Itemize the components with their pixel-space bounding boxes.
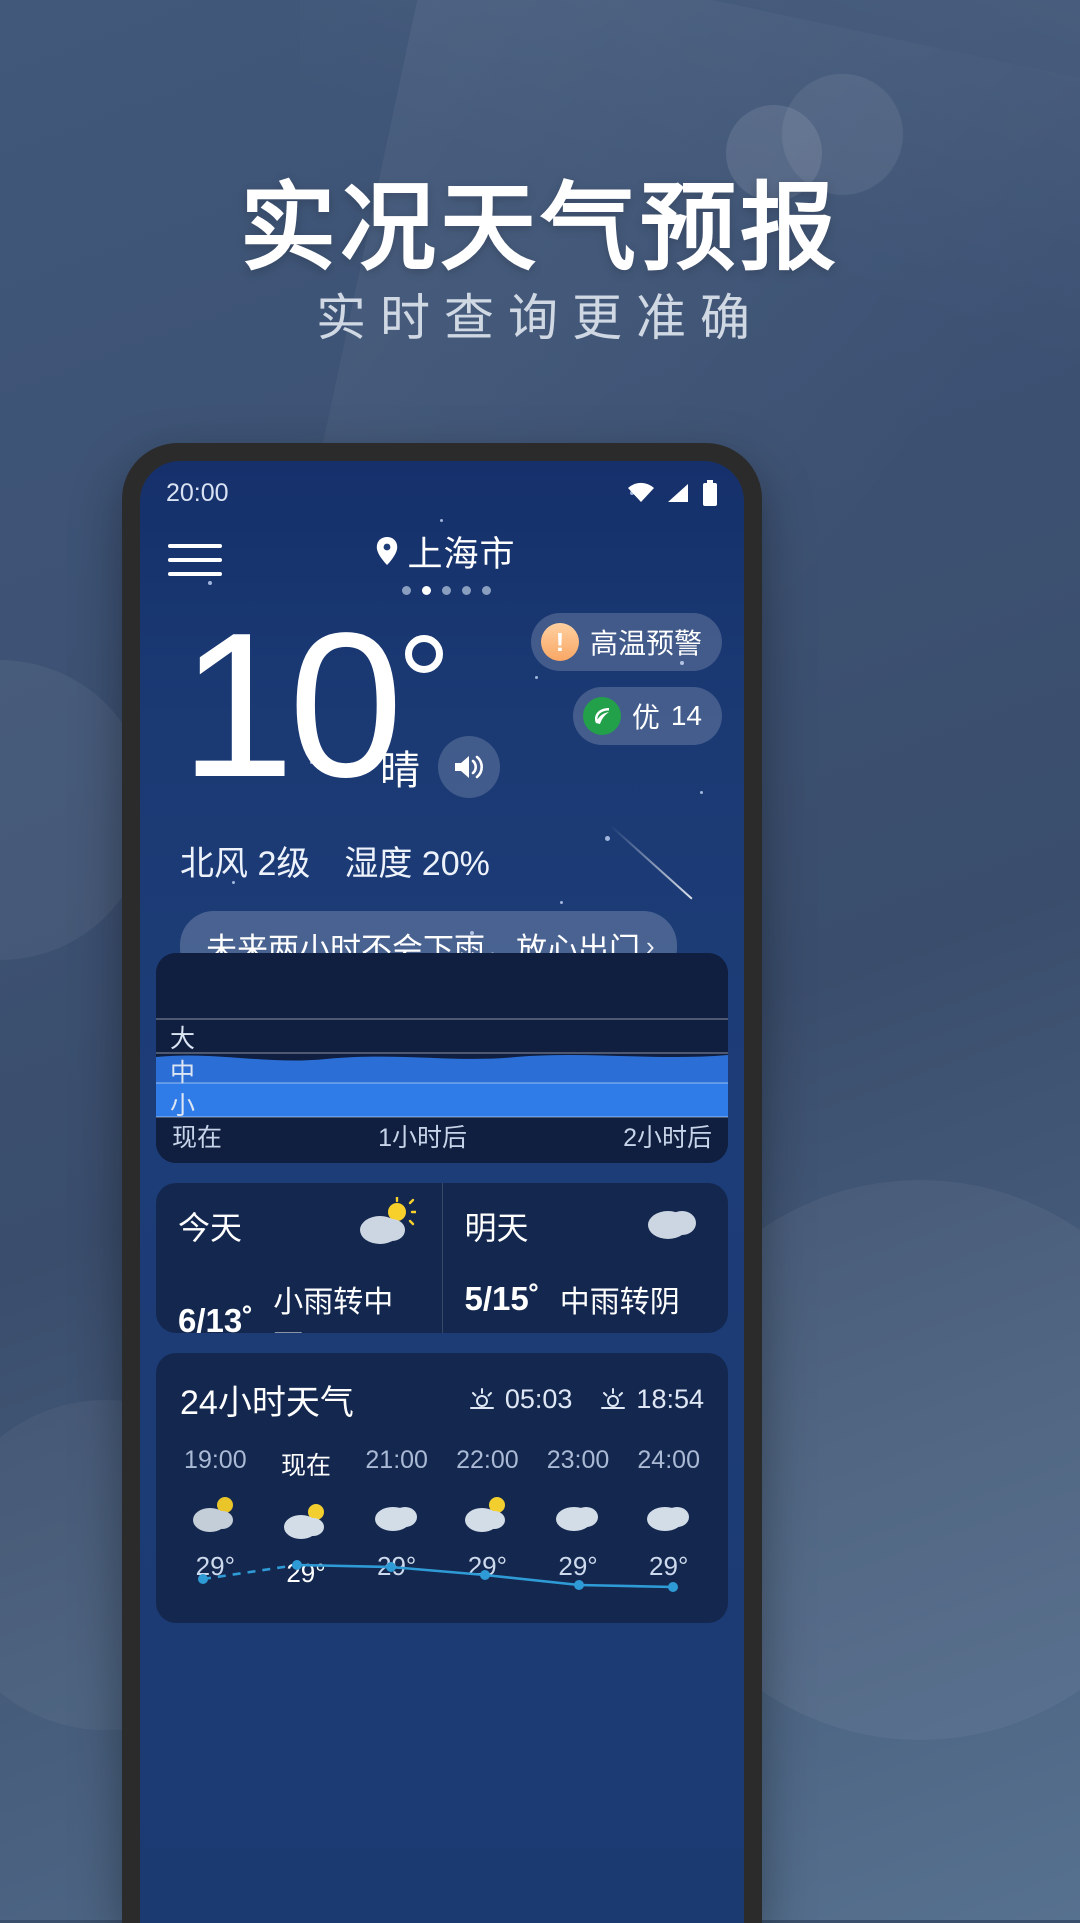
rain-time-now: 现在 <box>172 1124 223 1152</box>
hourly-forecast-card[interactable]: 24小时天气 05:03 18:54 19:00 29° 现在 29° 21:0… <box>156 1353 728 1623</box>
phone-mockup: 20:00 上海市 ! 高温预警 优 14 10 晴 北风 2级 湿度 20% … <box>122 443 762 1923</box>
forecast-tomorrow[interactable]: 明天 5/15˚ 中雨转阴 <box>441 1183 729 1333</box>
page-dots[interactable] <box>401 585 491 595</box>
cloud-icon <box>644 1197 702 1246</box>
two-day-forecast-card[interactable]: 今天 6/13˚ 小雨转中雨 <box>156 1183 728 1333</box>
sun-cloud-icon <box>280 1498 332 1544</box>
wind-value: 北风 2级 <box>180 844 311 883</box>
app-header: 上海市 <box>140 523 744 597</box>
rain-time-2h: 2小时后 <box>623 1124 712 1152</box>
sun-cloud-icon <box>354 1195 417 1252</box>
location-pin-icon <box>377 537 398 565</box>
cloud-icon <box>643 1491 695 1537</box>
sun-times: 05:03 18:54 <box>469 1384 704 1415</box>
sunset-time: 18:54 <box>636 1384 704 1414</box>
today-desc: 小雨转中雨 <box>273 1286 394 1333</box>
cloud-icon <box>371 1491 423 1537</box>
forecast-today[interactable]: 今天 6/13˚ 小雨转中雨 <box>156 1183 442 1333</box>
current-temperature: 10 <box>180 590 403 820</box>
rain-forecast-card[interactable]: 大 中 小 现在 1小时后 2小时后 <box>156 953 728 1163</box>
hourly-header: 24小时天气 05:03 18:54 <box>156 1353 728 1424</box>
speaker-icon[interactable] <box>438 735 500 798</box>
tomorrow-range: 5/15˚ <box>464 1280 540 1317</box>
status-icons <box>626 480 718 506</box>
humidity-value: 湿度 20% <box>344 844 490 883</box>
hour-time: 24:00 <box>637 1446 700 1474</box>
rain-level-medium: 中 <box>170 1059 196 1087</box>
sun-cloud-icon <box>461 1491 513 1537</box>
phone-screen: 20:00 上海市 ! 高温预警 优 14 10 晴 北风 2级 湿度 20% … <box>140 461 744 1923</box>
rain-level-large: 大 <box>170 1025 196 1053</box>
hourly-temperature-line <box>198 1560 678 1592</box>
rain-time-1h: 1小时后 <box>378 1124 467 1152</box>
hour-time: 21:00 <box>365 1446 428 1474</box>
weather-metrics: 北风 2级 湿度 20% <box>180 836 720 885</box>
degree-symbol-icon <box>405 635 444 673</box>
hourly-title: 24小时天气 <box>180 1384 354 1422</box>
wifi-icon <box>628 482 654 502</box>
hour-time: 19:00 <box>184 1446 247 1474</box>
current-weather: 10 晴 北风 2级 湿度 20% 未来两小时不会下雨，放心出门 › <box>180 590 720 982</box>
sunset-icon <box>601 1387 626 1409</box>
hour-time: 现在 <box>281 1452 332 1480</box>
battery-icon <box>703 480 717 506</box>
filter-menu-icon[interactable] <box>168 538 222 582</box>
rain-level-small: 小 <box>170 1092 196 1120</box>
signal-icon <box>668 484 688 502</box>
city-name: 上海市 <box>407 534 516 574</box>
cloud-icon <box>552 1491 604 1537</box>
status-bar: 20:00 <box>140 473 744 513</box>
hour-time: 23:00 <box>546 1446 610 1474</box>
rain-time-axis: 现在 1小时后 2小时后 <box>156 1119 728 1153</box>
hour-time: 22:00 <box>456 1446 519 1474</box>
promo-title: 实况天气预报 <box>240 175 840 282</box>
condition-text: 晴 <box>380 748 420 793</box>
promo-subtitle: 实时查询更准确 <box>316 290 764 346</box>
sun-cloud-icon <box>189 1491 241 1537</box>
tomorrow-desc: 中雨转阴 <box>559 1286 680 1319</box>
sunrise-icon <box>469 1387 494 1409</box>
sunrise-time: 05:03 <box>504 1384 573 1414</box>
city-selector[interactable]: 上海市 <box>222 526 670 595</box>
status-time: 20:00 <box>166 478 229 507</box>
today-range: 6/13˚ <box>178 1302 254 1333</box>
condition-row: 晴 <box>380 735 720 798</box>
